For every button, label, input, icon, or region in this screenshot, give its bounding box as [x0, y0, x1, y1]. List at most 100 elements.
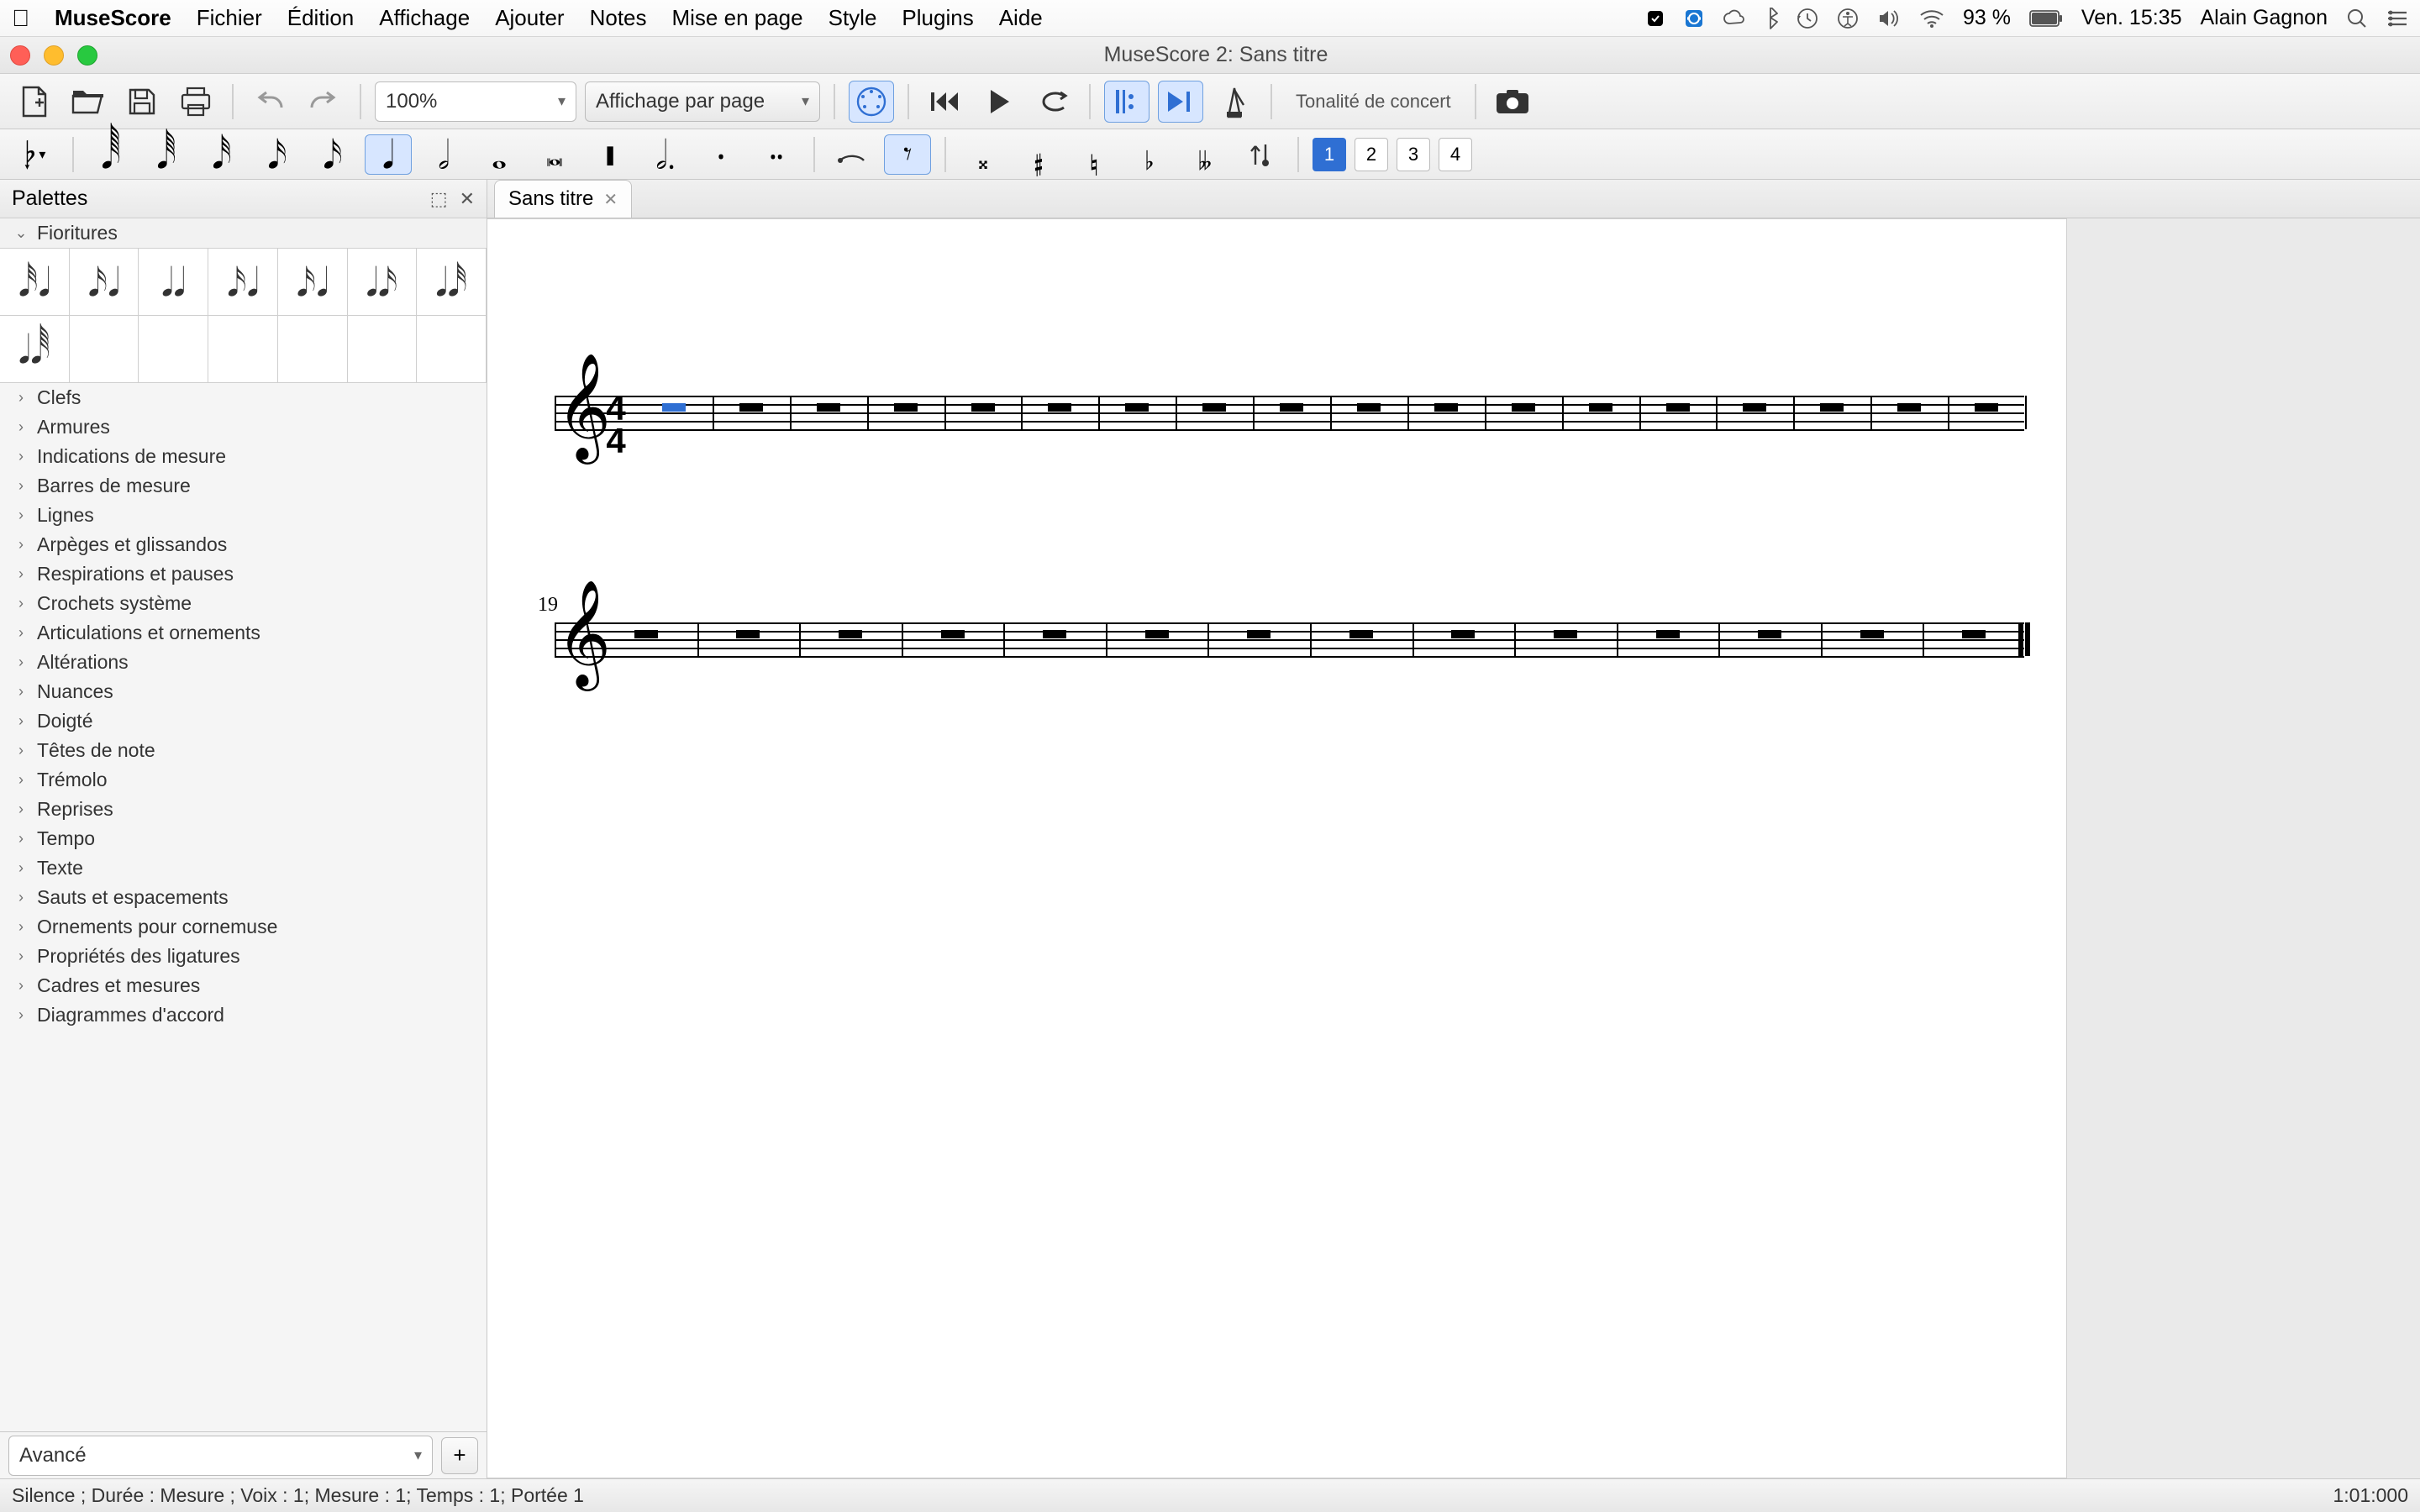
menu-style[interactable]: Style [829, 5, 877, 31]
zoom-select[interactable]: 100% ▾ [375, 81, 576, 122]
grace-note-cell-empty[interactable] [417, 316, 487, 383]
rest-button[interactable]: 𝄾 [884, 134, 931, 175]
palette-item[interactable]: ›Armures [0, 412, 487, 442]
double-flat-button[interactable]: 𝄫 [1181, 134, 1228, 175]
barline[interactable] [1407, 396, 1409, 429]
whole-rest[interactable] [1860, 630, 1884, 638]
duration-half-button[interactable]: 𝅗𝅥 [420, 134, 467, 175]
wifi-icon[interactable] [1919, 9, 1944, 28]
barline[interactable] [1207, 622, 1209, 656]
barline[interactable] [697, 622, 699, 656]
voice-2-button[interactable]: 2 [1355, 138, 1388, 171]
whole-rest[interactable] [1758, 630, 1781, 638]
rewind-button[interactable] [923, 81, 968, 123]
duration-64th-button[interactable]: 𝅘𝅥𝅲 [87, 134, 134, 175]
palette-list[interactable]: ⌄ Fioritures 𝅘𝅥𝅰𝅘𝅥 𝅘𝅥𝅯𝅘𝅥 𝅘𝅥𝅘𝅥 𝅘𝅥𝅯𝅘𝅥 𝅘𝅥𝅯𝅘𝅥 𝅘𝅥𝅘𝅥𝅯 𝅘𝅥𝅘𝅥𝅰 𝅘𝅥𝅘𝅥𝅱 [0, 218, 487, 1431]
volume-icon[interactable] [1877, 8, 1901, 29]
cloud-icon[interactable] [1723, 8, 1744, 29]
menu-mise-en-page[interactable]: Mise en page [672, 5, 803, 31]
whole-rest[interactable] [1202, 403, 1226, 412]
whole-rest[interactable] [1512, 403, 1535, 412]
whole-rest[interactable] [1451, 630, 1475, 638]
sharp-button[interactable]: ♯ [1015, 134, 1062, 175]
grace-note-cell-empty[interactable] [278, 316, 348, 383]
palette-item[interactable]: ›Articulations et ornements [0, 618, 487, 648]
duration-8th-button[interactable]: 𝅘𝅥𝅯 [254, 134, 301, 175]
grace-note-cell-empty[interactable] [208, 316, 278, 383]
control-center-icon[interactable] [2386, 9, 2408, 28]
palette-item[interactable]: ›Diagrammes d'accord [0, 1000, 487, 1030]
whole-rest[interactable] [1349, 630, 1373, 638]
barline[interactable] [1870, 396, 1872, 429]
whole-rest[interactable] [1554, 630, 1577, 638]
barline[interactable] [1514, 622, 1516, 656]
whole-rest[interactable] [1820, 403, 1844, 412]
whole-rest[interactable] [1357, 403, 1381, 412]
score-tab[interactable]: Sans titre ✕ [494, 180, 632, 218]
new-file-button[interactable] [12, 81, 57, 123]
battery-icon[interactable] [2029, 10, 2063, 27]
menu-affichage[interactable]: Affichage [379, 5, 470, 31]
app-name[interactable]: MuseScore [55, 5, 171, 31]
palette-item[interactable]: ›Clefs [0, 383, 487, 412]
palette-item[interactable]: ›Reprises [0, 795, 487, 824]
grace-note-cell[interactable]: 𝅘𝅥𝅯𝅘𝅥 [70, 249, 139, 316]
close-icon[interactable]: ✕ [460, 188, 475, 210]
minimize-window-button[interactable] [44, 45, 64, 66]
whole-rest[interactable] [1125, 403, 1149, 412]
whole-rest[interactable] [1434, 403, 1458, 412]
whole-rest[interactable] [1897, 403, 1921, 412]
apple-menu-icon[interactable]:  [12, 7, 29, 30]
play-repeats-button[interactable] [1104, 81, 1150, 123]
whole-rest[interactable] [1589, 403, 1612, 412]
double-sharp-button[interactable]: 𝄪 [960, 134, 1007, 175]
duration-longa-button[interactable]: 𝅛 [587, 134, 634, 175]
palette-item[interactable]: ›Nuances [0, 677, 487, 706]
duration-dot-half-button[interactable]: 𝅗𝅥. [642, 134, 689, 175]
whole-rest[interactable] [1048, 403, 1071, 412]
grace-note-cell[interactable]: 𝅘𝅥𝅘𝅥𝅯 [348, 249, 418, 316]
undock-icon[interactable]: ⬚ [430, 188, 448, 210]
duration-whole-button[interactable]: 𝅝 [476, 134, 523, 175]
whole-rest[interactable] [662, 403, 686, 412]
menu-ajouter[interactable]: Ajouter [495, 5, 564, 31]
note-input-mode-button[interactable]: 𝄭▾ [12, 134, 59, 175]
barline[interactable] [1562, 396, 1564, 429]
barline[interactable] [2025, 622, 2030, 656]
timemachine-icon[interactable] [1797, 8, 1818, 29]
image-capture-button[interactable] [1490, 81, 1535, 123]
barline[interactable] [1639, 396, 1641, 429]
palette-item[interactable]: ›Doigté [0, 706, 487, 736]
whole-rest[interactable] [736, 630, 760, 638]
tie-button[interactable] [829, 134, 876, 175]
palette-item[interactable]: ›Propriétés des ligatures [0, 942, 487, 971]
barline[interactable] [1021, 396, 1023, 429]
shield-icon[interactable] [1645, 8, 1665, 29]
whole-rest[interactable] [1043, 630, 1066, 638]
voice-4-button[interactable]: 4 [1439, 138, 1472, 171]
redo-button[interactable] [301, 81, 346, 123]
duration-8th-alt-button[interactable]: 𝅘𝅥𝅯 [309, 134, 356, 175]
teamviewer-icon[interactable] [1684, 8, 1704, 29]
whole-rest[interactable] [894, 403, 918, 412]
whole-rest[interactable] [941, 630, 965, 638]
barline[interactable] [1176, 396, 1177, 429]
whole-rest[interactable] [739, 403, 763, 412]
timesig-den[interactable]: 4 [602, 425, 630, 458]
barline[interactable] [1003, 622, 1005, 656]
open-file-button[interactable] [66, 81, 111, 123]
barline[interactable] [902, 622, 903, 656]
barline[interactable] [867, 396, 869, 429]
barline[interactable] [790, 396, 792, 429]
palette-item[interactable]: ›Indications de mesure [0, 442, 487, 471]
menu-fichier[interactable]: Fichier [197, 5, 262, 31]
flip-direction-button[interactable] [1237, 134, 1284, 175]
save-button[interactable] [119, 81, 165, 123]
barline[interactable] [799, 622, 801, 656]
barline[interactable] [1485, 396, 1486, 429]
barline[interactable] [1106, 622, 1107, 656]
barline[interactable] [1413, 622, 1414, 656]
palette-item[interactable]: ›Crochets système [0, 589, 487, 618]
score-canvas[interactable]: 𝄞44𝄞19 [487, 218, 2420, 1478]
barline[interactable] [1330, 396, 1332, 429]
